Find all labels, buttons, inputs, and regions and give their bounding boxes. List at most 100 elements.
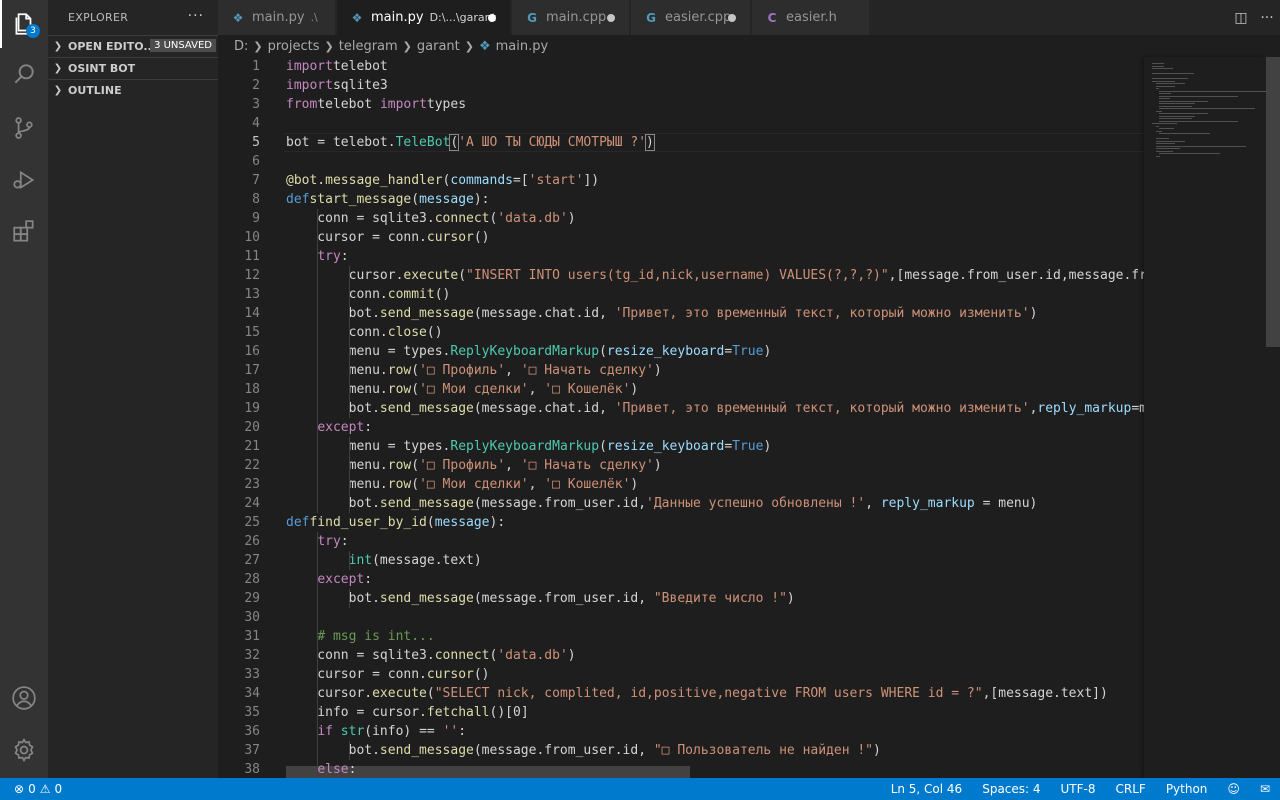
code-line[interactable]: 13 conn.commit() xyxy=(218,285,1144,304)
tab-easier-h[interactable]: C easier.h xyxy=(752,0,870,35)
minimap[interactable] xyxy=(1144,57,1268,778)
code-line[interactable]: 30 xyxy=(218,608,1144,627)
code-line[interactable]: 36 if str(info) == '': xyxy=(218,722,1144,741)
section-label: OPEN EDITO... xyxy=(68,40,156,53)
minimap-line xyxy=(1152,78,1188,79)
code-line[interactable]: 31 # msg is int... xyxy=(218,627,1144,646)
code-line[interactable]: 1 importtelebot xyxy=(218,57,1144,76)
search-icon[interactable] xyxy=(0,50,48,98)
line-endings[interactable]: CRLF xyxy=(1116,782,1146,796)
minimap-line xyxy=(1152,63,1164,64)
code-line[interactable]: 28 except: xyxy=(218,570,1144,589)
line-number: 28 xyxy=(244,572,260,587)
indent-guide xyxy=(348,741,350,760)
breadcrumb: D: ❯ projects ❯ telegram ❯ garant ❯ ❖ ma… xyxy=(218,35,1280,57)
code-line[interactable]: 11 try: xyxy=(218,247,1144,266)
line-number: 1 xyxy=(252,59,260,74)
breadcrumb-item[interactable]: garant xyxy=(417,39,460,54)
notifications-icon[interactable]: ✉ xyxy=(1260,782,1270,796)
code-line[interactable]: 25 deffind_user_by_id(message): xyxy=(218,513,1144,532)
line-number: 38 xyxy=(244,762,260,777)
line-number: 2 xyxy=(252,78,260,93)
code-editor[interactable]: 1 importtelebot 2 importsqlite3 3 fromtelebot… xyxy=(218,57,1144,778)
breadcrumb-item[interactable]: D: xyxy=(234,39,248,54)
unsaved-dot-icon[interactable] xyxy=(728,14,736,22)
code-line[interactable]: 23 menu.row('□ Мои сделки', '□ Кошелёк') xyxy=(218,475,1144,494)
code-line[interactable]: 27 int(message.text) xyxy=(218,551,1144,570)
code-line[interactable]: 24 bot.send_message(message.from_user.id… xyxy=(218,494,1144,513)
tab-description: .\ xyxy=(310,11,318,24)
code-line[interactable]: 18 menu.row('□ Мои сделки', '□ Кошелёк') xyxy=(218,380,1144,399)
tab-easier-cpp[interactable]: G easier.cpp xyxy=(631,0,751,35)
code-line[interactable]: 34 cursor.execute("SELECT nick, complite… xyxy=(218,684,1144,703)
cursor-position[interactable]: Ln 5, Col 46 xyxy=(891,782,963,796)
code-line[interactable]: 20 except: xyxy=(218,418,1144,437)
extensions-icon[interactable] xyxy=(0,208,48,256)
code-text: conn = sqlite3.connect('data.db') xyxy=(286,648,576,663)
section-outline[interactable]: ❯ OUTLINE xyxy=(48,79,218,101)
line-number: 29 xyxy=(244,591,260,606)
code-line[interactable]: 15 conn.close() xyxy=(218,323,1144,342)
code-line[interactable]: 19 bot.send_message(message.chat.id, 'Пр… xyxy=(218,399,1144,418)
code-line[interactable]: 33 cursor = conn.cursor() xyxy=(218,665,1144,684)
code-line[interactable]: 37 bot.send_message(message.from_user.id… xyxy=(218,741,1144,760)
tab-main-py-root[interactable]: ❖ main.py .\ xyxy=(218,0,336,35)
code-line[interactable]: 29 bot.send_message(message.from_user.id… xyxy=(218,589,1144,608)
breadcrumb-item[interactable]: main.py xyxy=(496,39,549,54)
more-actions-icon[interactable]: ··· xyxy=(1254,10,1280,26)
tab-main-cpp[interactable]: G main.cpp xyxy=(512,0,630,35)
section-osint-bot[interactable]: ❯ OSINT BOT xyxy=(48,57,218,79)
more-actions-icon[interactable]: ··· xyxy=(188,8,204,24)
minimap-line xyxy=(1152,65,1164,67)
code-line[interactable]: 12 cursor.execute("INSERT INTO users(tg_… xyxy=(218,266,1144,285)
code-line[interactable]: 9 conn = sqlite3.connect('data.db') xyxy=(218,209,1144,228)
code-line[interactable]: 3 fromtelebot importtypes xyxy=(218,95,1144,114)
code-line[interactable]: 14 bot.send_message(message.chat.id, 'Пр… xyxy=(218,304,1144,323)
code-text: bot.send_message(message.from_user.id,'Д… xyxy=(286,496,1038,511)
code-line[interactable]: 38 else: xyxy=(218,760,1144,778)
code-text: bot = telebot.TeleBot('А ШО ТЫ СЮДЫ СМОТ… xyxy=(286,134,655,151)
scrollbar-thumb[interactable] xyxy=(1266,57,1280,347)
code-line[interactable]: 26 try: xyxy=(218,532,1144,551)
code-line[interactable]: 7 @bot.message_handler(commands=['start']… xyxy=(218,171,1144,190)
minimap-line xyxy=(1159,100,1208,102)
indentation[interactable]: Spaces: 4 xyxy=(982,782,1040,796)
minimap-line xyxy=(1155,138,1170,139)
code-line[interactable]: 5 bot = telebot.TeleBot('А ШО ТЫ СЮДЫ СМО… xyxy=(218,133,1144,152)
split-editor-icon[interactable]: ◫ xyxy=(1228,10,1254,26)
source-control-icon[interactable] xyxy=(0,104,48,152)
unsaved-dot-icon[interactable] xyxy=(607,14,615,22)
breadcrumb-item[interactable]: projects xyxy=(268,39,320,54)
vertical-scrollbar[interactable] xyxy=(1266,57,1280,778)
indent-guide xyxy=(317,532,319,778)
account-icon[interactable] xyxy=(0,674,48,722)
code-line[interactable]: 35 info = cursor.fetchall()[0] xyxy=(218,703,1144,722)
code-line[interactable]: 22 menu.row('□ Профиль', '□ Начать сделк… xyxy=(218,456,1144,475)
code-line[interactable]: 2 importsqlite3 xyxy=(218,76,1144,95)
code-line[interactable]: 17 menu.row('□ Профиль', '□ Начать сделк… xyxy=(218,361,1144,380)
feedback-icon[interactable]: ☺ xyxy=(1227,782,1240,796)
language-mode[interactable]: Python xyxy=(1166,782,1208,796)
code-text: info = cursor.fetchall()[0] xyxy=(286,705,529,720)
unsaved-dot-icon[interactable] xyxy=(488,14,496,22)
minimap-line xyxy=(1159,105,1193,107)
code-text: bot.send_message(message.from_user.id, "… xyxy=(286,591,795,606)
tab-main-py-garant[interactable]: ❖ main.py D:\...\garant xyxy=(337,0,511,35)
files-icon[interactable]: 3 xyxy=(0,0,48,48)
problems-indicator[interactable]: ⊗ 0 ⚠ 0 xyxy=(14,778,62,800)
chevron-right-icon: ❯ xyxy=(464,39,474,53)
breadcrumb-item[interactable]: telegram xyxy=(339,39,398,54)
code-line[interactable]: 32 conn = sqlite3.connect('data.db') xyxy=(218,646,1144,665)
cpp-icon: G xyxy=(646,10,656,25)
code-line[interactable]: 8 defstart_message(message): xyxy=(218,190,1144,209)
python-icon: ❖ xyxy=(232,10,244,25)
code-line[interactable]: 21 menu = types.ReplyKeyboardMarkup(resi… xyxy=(218,437,1144,456)
code-line[interactable]: 4 xyxy=(218,114,1144,133)
code-line[interactable]: 16 menu = types.ReplyKeyboardMarkup(resi… xyxy=(218,342,1144,361)
encoding[interactable]: UTF-8 xyxy=(1061,782,1096,796)
settings-gear-icon[interactable] xyxy=(0,726,48,774)
section-open-editors[interactable]: ❯ OPEN EDITO... 3 UNSAVED xyxy=(48,35,218,57)
code-line[interactable]: 6 xyxy=(218,152,1144,171)
run-debug-icon[interactable] xyxy=(0,156,48,204)
code-line[interactable]: 10 cursor = conn.cursor() xyxy=(218,228,1144,247)
